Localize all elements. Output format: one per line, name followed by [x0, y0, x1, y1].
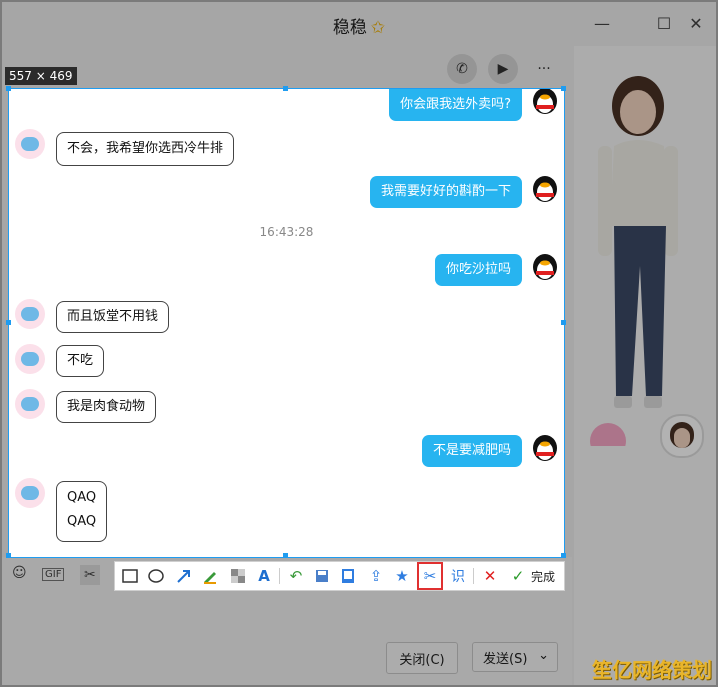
maximize-icon[interactable]: ☐ — [654, 14, 674, 33]
screenshot-scissors-icon[interactable]: ✂ — [80, 565, 100, 585]
friend-avatar[interactable] — [15, 299, 45, 329]
star-icon[interactable]: ✩ — [371, 18, 385, 38]
more-icon[interactable]: ··· — [529, 54, 559, 84]
message-bubble[interactable]: QAQ QAQ — [56, 481, 108, 542]
avatar-figure — [590, 76, 678, 459]
close-icon[interactable]: ✕ — [686, 14, 706, 33]
title-bar: 稳稳 ✩ — ☐ ✕ — [2, 2, 716, 46]
resize-handle[interactable] — [283, 553, 288, 558]
screenshot-selection[interactable]: 你会跟我选外卖吗? 不会，我希望你选西冷牛排 我需要好好的斟酌一下 16:43:… — [8, 88, 565, 558]
message-bubble[interactable]: 不吃 — [56, 345, 105, 377]
confirm-check-icon[interactable]: ✓ — [507, 565, 529, 587]
resize-handle[interactable] — [6, 86, 11, 91]
message-bubble[interactable]: 不会，我希望你选西冷牛排 — [56, 132, 235, 166]
contact-sidebar — [574, 46, 716, 685]
message-bubble[interactable]: 我需要好好的斟酌一下 — [369, 176, 522, 208]
pen-tool-icon[interactable] — [199, 565, 221, 587]
selection-size-label: 557 × 469 — [5, 67, 77, 85]
phone-call-icon[interactable]: ✆ — [447, 54, 477, 84]
penguin-avatar-icon[interactable] — [531, 432, 559, 462]
watermark: 笙亿网络策划 — [592, 658, 712, 682]
mosaic-tool-icon[interactable] — [227, 565, 249, 587]
resize-handle[interactable] — [6, 553, 11, 558]
text-recognition-button[interactable]: 识 — [447, 565, 469, 587]
close-button[interactable]: 关闭(C) — [386, 642, 458, 674]
share-icon[interactable]: ⇪ — [365, 565, 387, 587]
penguin-avatar-icon[interactable] — [531, 173, 559, 203]
screen-record-scissors-icon[interactable]: ✂ — [417, 562, 443, 590]
send-options-icon[interactable]: ⌄ — [538, 648, 549, 663]
message-bubble[interactable]: 你吃沙拉吗 — [434, 254, 522, 286]
send-button[interactable]: 发送(S) ⌄ — [472, 642, 558, 672]
text-tool-icon[interactable]: A — [253, 565, 275, 587]
message-bubble[interactable]: 你会跟我选外卖吗? — [389, 89, 522, 121]
minimize-icon[interactable]: — — [592, 14, 612, 33]
resize-handle[interactable] — [283, 86, 288, 91]
message-bubble[interactable]: 我是肉食动物 — [56, 391, 157, 423]
friend-avatar[interactable] — [15, 344, 45, 374]
gif-icon[interactable]: GIF — [42, 568, 65, 581]
video-call-icon[interactable]: ▶ — [488, 54, 518, 84]
friend-avatar[interactable] — [15, 129, 45, 159]
contact-name: 稳稳 — [332, 18, 367, 38]
profile-avatar[interactable] — [660, 414, 704, 458]
message-line: QAQ — [67, 490, 97, 505]
undo-icon[interactable]: ↶ — [285, 565, 307, 587]
friend-avatar[interactable] — [15, 478, 45, 508]
rectangle-tool-icon[interactable] — [119, 565, 141, 587]
cancel-icon[interactable]: ✕ — [479, 565, 501, 587]
resize-handle[interactable] — [6, 320, 11, 325]
penguin-avatar-icon[interactable] — [531, 88, 559, 115]
message-bubble[interactable]: 而且饭堂不用钱 — [56, 301, 170, 333]
friend-avatar[interactable] — [15, 389, 45, 419]
message-line: QAQ — [67, 514, 97, 529]
pin-to-screen-icon[interactable] — [337, 565, 359, 587]
penguin-avatar-icon[interactable] — [531, 251, 559, 281]
resize-handle[interactable] — [561, 320, 566, 325]
message-bubble[interactable]: 不是要减肥吗 — [421, 435, 522, 467]
resize-handle[interactable] — [561, 86, 566, 91]
resize-handle[interactable] — [561, 553, 566, 558]
screenshot-toolbar: A ↶ ⇪ ★ ✂ 识 ✕ ✓ 完成 — [114, 561, 565, 591]
done-button[interactable]: 完成 — [531, 568, 555, 585]
arrow-tool-icon[interactable] — [173, 565, 195, 587]
send-label: 发送(S) — [483, 651, 528, 667]
emoji-icon[interactable]: ☺ — [12, 565, 27, 581]
message-timestamp: 16:43:28 — [259, 225, 314, 239]
favorite-star-icon[interactable]: ★ — [391, 565, 413, 587]
save-icon[interactable] — [311, 565, 333, 587]
ellipse-tool-icon[interactable] — [145, 565, 167, 587]
